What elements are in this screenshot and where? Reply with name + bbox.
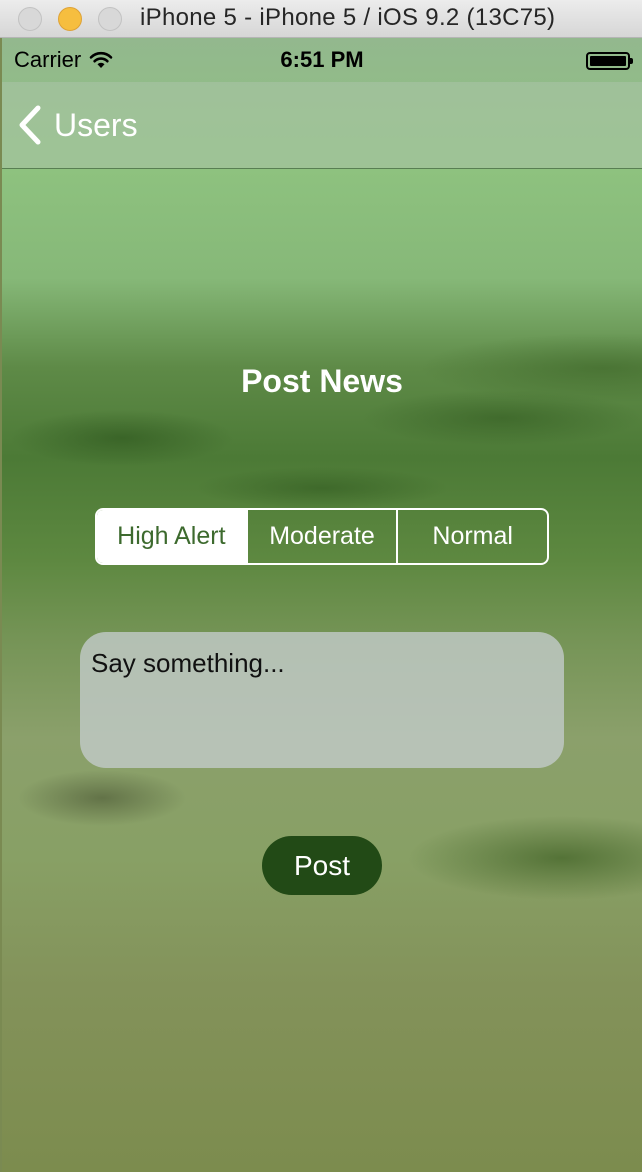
back-button[interactable]: Users [16, 104, 138, 146]
battery-icon [586, 52, 633, 70]
priority-segmented-control: High Alert Moderate Normal [95, 508, 549, 565]
close-window-button[interactable] [18, 7, 42, 31]
post-button[interactable]: Post [262, 836, 382, 895]
segment-high-alert[interactable]: High Alert [97, 510, 246, 563]
window-title: iPhone 5 - iPhone 5 / iOS 9.2 (13C75) [140, 4, 556, 31]
back-button-label: Users [54, 106, 138, 143]
page-title: Post News [241, 363, 403, 399]
simulator-window: iPhone 5 - iPhone 5 / iOS 9.2 (13C75) Ca… [0, 0, 642, 1172]
window-titlebar: iPhone 5 - iPhone 5 / iOS 9.2 (13C75) [0, 0, 642, 38]
chevron-left-icon [19, 105, 41, 145]
message-input[interactable]: Say something... [80, 632, 564, 768]
zoom-window-button[interactable] [98, 7, 122, 31]
navigation-bar: Users [2, 82, 642, 169]
segment-normal[interactable]: Normal [396, 510, 547, 563]
minimize-window-button[interactable] [58, 7, 82, 31]
phone-screen: Carrier 6:51 PM Users Post News High Ale… [2, 38, 642, 1172]
battery-level [590, 56, 626, 66]
segment-moderate[interactable]: Moderate [245, 510, 397, 563]
status-bar: Carrier 6:51 PM [2, 38, 642, 82]
status-time: 6:51 PM [280, 47, 364, 72]
